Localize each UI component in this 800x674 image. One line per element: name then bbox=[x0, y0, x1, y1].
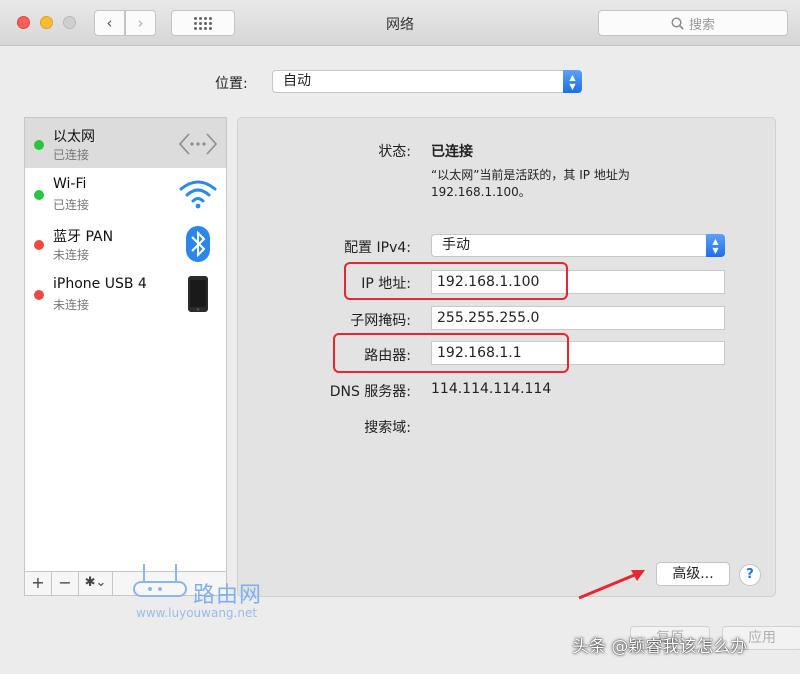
status-dot bbox=[34, 290, 44, 300]
configure-ipv4-label: 配置 IPv4: bbox=[344, 240, 411, 256]
status-description-line1: “以太网”当前是活跃的，其 IP 地址为 bbox=[431, 168, 630, 182]
search-domains-label: 搜索域: bbox=[364, 420, 411, 436]
configure-ipv4-value: 手动 bbox=[442, 237, 470, 253]
dns-server-label: DNS 服务器: bbox=[329, 384, 411, 400]
service-item-wifi[interactable]: Wi-Fi 已连接 bbox=[25, 168, 226, 218]
service-item-iphone-usb[interactable]: iPhone USB 4 未连接 bbox=[25, 268, 226, 318]
advanced-button[interactable]: 高级... bbox=[656, 562, 730, 586]
watermark-brand: 路由网 bbox=[193, 583, 263, 608]
service-name: Wi-Fi bbox=[53, 176, 87, 192]
service-name: 以太网 bbox=[53, 129, 95, 145]
status-dot bbox=[34, 190, 44, 200]
dns-server-value[interactable]: 114.114.114.114 bbox=[431, 381, 551, 397]
status-description-line2: 192.168.1.100。 bbox=[431, 185, 531, 199]
status-dot bbox=[34, 140, 44, 150]
add-service-button[interactable]: + bbox=[25, 572, 52, 595]
service-status: 未连接 bbox=[53, 248, 90, 262]
network-preferences-window: ‹ › 网络 搜索 位置: 自动 ▲ ▼ 以太网 已连接 Wi-Fi 已连接 蓝… bbox=[0, 0, 800, 674]
search-icon bbox=[671, 16, 684, 30]
watermark-url: www.luyouwang.net bbox=[136, 606, 258, 620]
search-field[interactable]: 搜索 bbox=[598, 10, 788, 36]
title-bar: ‹ › 网络 搜索 bbox=[0, 0, 800, 46]
service-name: 蓝牙 PAN bbox=[53, 229, 114, 245]
service-item-bluetooth-pan[interactable]: 蓝牙 PAN 未连接 bbox=[25, 218, 226, 268]
ip-highlight-box bbox=[344, 262, 568, 300]
service-list: 以太网 已连接 Wi-Fi 已连接 蓝牙 PAN 未连接 iPhone USB … bbox=[24, 117, 227, 572]
help-button[interactable]: ? bbox=[739, 564, 761, 586]
service-item-ethernet[interactable]: 以太网 已连接 bbox=[25, 118, 226, 168]
location-label: 位置: bbox=[215, 76, 248, 92]
router-highlight-box bbox=[333, 333, 569, 373]
router-logo-icon bbox=[133, 564, 187, 597]
bluetooth-icon bbox=[178, 226, 218, 262]
status-value: 已连接 bbox=[431, 144, 473, 160]
remove-service-button[interactable]: − bbox=[52, 572, 79, 595]
annotation-arrow-icon bbox=[578, 570, 645, 600]
service-status: 已连接 bbox=[53, 198, 90, 212]
configure-ipv4-select[interactable]: 手动 ▲ ▼ bbox=[431, 234, 725, 257]
wifi-icon bbox=[178, 176, 218, 212]
subnet-mask-label: 子网掩码: bbox=[350, 313, 411, 329]
iphone-icon bbox=[178, 276, 218, 312]
updown-arrows-icon: ▲ ▼ bbox=[563, 70, 582, 93]
subnet-mask-field[interactable]: 255.255.255.0 bbox=[431, 306, 725, 330]
service-name: iPhone USB 4 bbox=[53, 276, 147, 292]
updown-arrows-icon: ▲ ▼ bbox=[706, 234, 725, 257]
search-placeholder: 搜索 bbox=[688, 17, 715, 33]
status-label: 状态: bbox=[378, 144, 411, 160]
caption-overlay: 头条 @颖睿我该怎么办 bbox=[572, 637, 748, 657]
gear-menu-button[interactable]: ✱⌄ bbox=[79, 572, 113, 595]
ethernet-icon bbox=[178, 126, 218, 162]
location-select[interactable]: 自动 ▲ ▼ bbox=[272, 70, 582, 93]
status-dot bbox=[34, 240, 44, 250]
service-status: 未连接 bbox=[53, 298, 90, 312]
service-status: 已连接 bbox=[53, 148, 90, 162]
location-value: 自动 bbox=[283, 73, 311, 89]
